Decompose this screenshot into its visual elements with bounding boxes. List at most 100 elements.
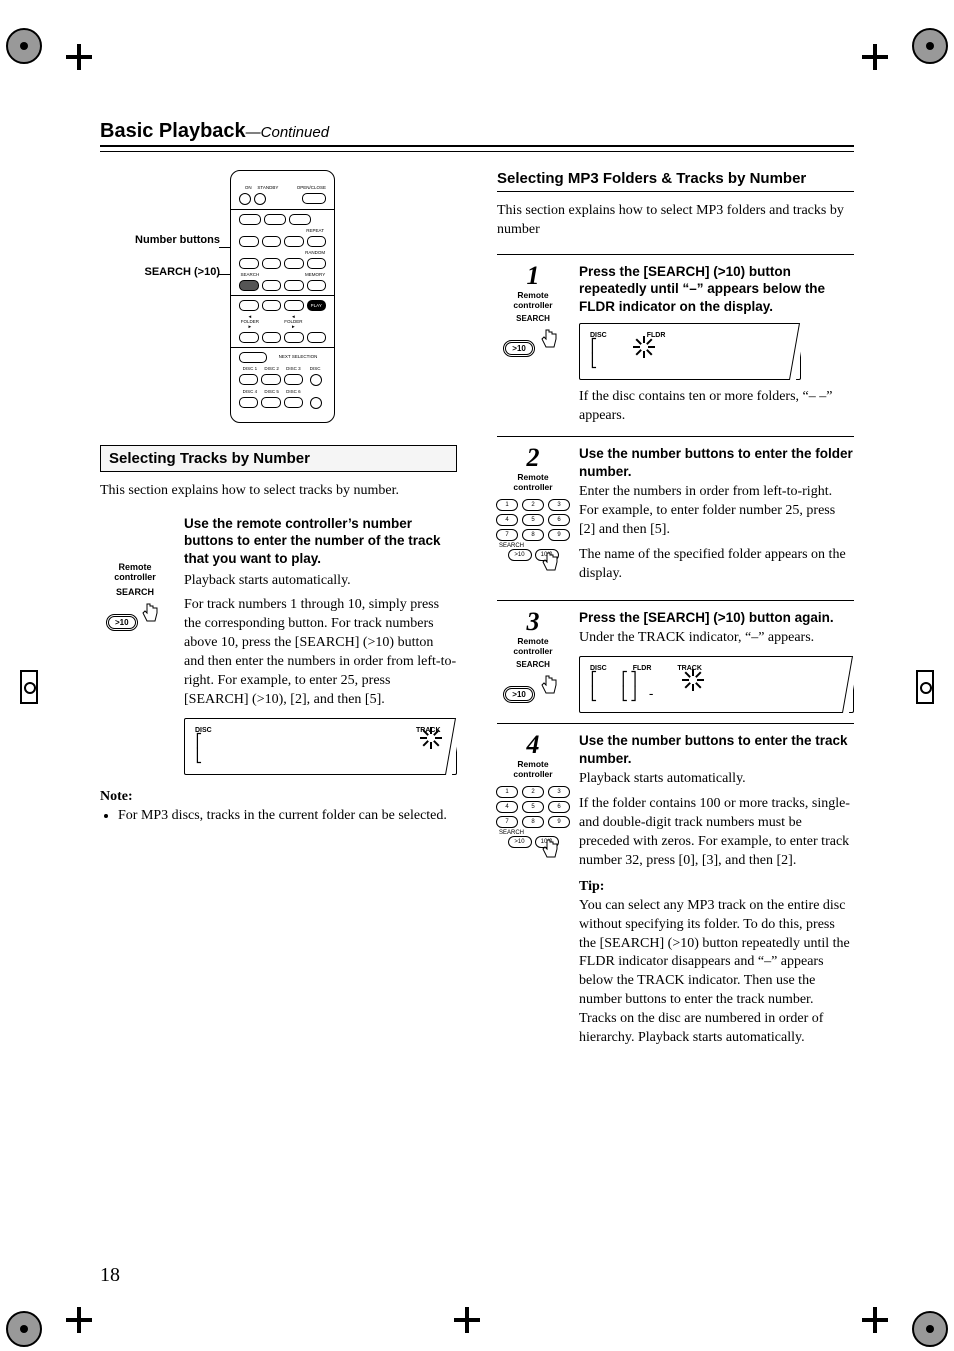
tip-heading: Tip: [579, 879, 854, 895]
remote-callouts: Number buttons SEARCH (>10) [100, 170, 220, 298]
step-textcol: Use the number buttons to enter the fold… [579, 445, 854, 590]
remote-label: DISC [304, 366, 326, 371]
remote-button [264, 214, 286, 225]
step-textcol: Press the [SEARCH] (>10) button repeated… [579, 263, 854, 426]
remote-button-play: PLAY [307, 300, 327, 311]
remote-controller-label: Remote controller [100, 563, 170, 583]
num-button: 1 [496, 499, 518, 511]
num-button: >10 [508, 549, 532, 561]
remote-label: NEXT SELECTION [270, 355, 326, 360]
num-button: 4 [496, 514, 518, 526]
step-body: Enter the numbers in order from left-to-… [579, 483, 854, 540]
burst-icon [629, 343, 659, 365]
two-column-layout: Number buttons SEARCH (>10) ONSTANDBY OPE… [100, 170, 854, 1054]
num-button: 7 [496, 529, 518, 541]
remote-controller-diagram: ONSTANDBY OPEN/CLOSE REPEAT RANDOM SEARCH… [230, 170, 335, 423]
remote-button [310, 374, 322, 386]
remote-label: RANDOM [304, 250, 326, 255]
remote-label: DISC 5 [261, 389, 283, 394]
remote-button [239, 397, 258, 408]
step-bold: Use the number buttons to enter the trac… [579, 732, 854, 767]
num-button: 3 [548, 499, 570, 511]
num-button: 2 [522, 786, 544, 798]
remote-button [261, 374, 280, 385]
step-bold: Use the number buttons to enter the fold… [579, 445, 854, 480]
note-list: For MP3 discs, tracks in the current fol… [100, 807, 457, 826]
remote-button [239, 300, 259, 311]
right-column: Selecting MP3 Folders & Tracks by Number… [497, 170, 854, 1054]
display-panel: DISCFLDR ⎡⎣ [579, 323, 801, 380]
step-1: 1 Remote controller SEARCH >10 Press the… [497, 254, 854, 426]
remote-label: SEARCH [239, 272, 261, 277]
side-mark-icon [916, 670, 934, 704]
search-pill-icon: >10 [108, 616, 136, 629]
display-panel: DISC ⎡⎣ TRACK [184, 718, 457, 775]
remote-button [261, 397, 280, 408]
remote-button [284, 332, 304, 343]
num-button: 6 [548, 801, 570, 813]
search-pill-icon: >10 [505, 342, 533, 355]
subsection-mp3: Selecting MP3 Folders & Tracks by Number [497, 170, 854, 192]
num-button: 5 [522, 514, 544, 526]
leader-line [219, 247, 231, 248]
step-3: 3 Remote controller SEARCH >10 Press the… [497, 600, 854, 713]
step-number: 1 [497, 263, 569, 289]
remote-label: REPEAT [304, 228, 326, 233]
search-label: SEARCH [497, 660, 569, 669]
remote-label: OPEN/CLOSE [297, 185, 326, 190]
page-number: 18 [100, 1264, 120, 1287]
num-button: 8 [522, 529, 544, 541]
chapter-title-text: Basic Playback [100, 120, 246, 142]
remote-button [239, 236, 259, 247]
remote-label: DISC 6 [283, 389, 305, 394]
remote-button [262, 300, 282, 311]
remote-button [307, 236, 327, 247]
remote-button [262, 258, 282, 269]
remote-button [310, 397, 322, 409]
hand-cursor-icon [538, 550, 562, 574]
remote-label: DISC 4 [239, 389, 261, 394]
display-seg-icon: ⎡⎣ [590, 339, 599, 369]
burst-icon [678, 676, 708, 698]
step-number: 2 [497, 445, 569, 471]
remote-button [239, 332, 259, 343]
remote-label: MEMORY [304, 272, 326, 277]
remote-label: DISC 2 [261, 366, 283, 371]
note-heading: Note: [100, 789, 457, 805]
step-numcol: 2 Remote controller 123 456 789 SEARCH >… [497, 445, 569, 590]
step-body: Under the TRACK indicator, “–” appears. [579, 629, 854, 648]
remote-button [239, 374, 258, 385]
callout-number-buttons: Number buttons [100, 234, 220, 246]
num-button: 1 [496, 786, 518, 798]
remote-label: DISC 1 [239, 366, 261, 371]
chapter-title: Basic Playback—Continued [100, 120, 854, 143]
remote-button [284, 280, 304, 291]
title-rule [100, 145, 854, 152]
remote-button [284, 397, 303, 408]
remote-button [262, 280, 282, 291]
registration-mark-icon [6, 28, 42, 64]
remote-button-search [239, 280, 259, 291]
num-button: 4 [496, 801, 518, 813]
step-bold: Press the [SEARCH] (>10) button again. [579, 609, 854, 627]
remote-button [239, 214, 261, 225]
num-button: 6 [548, 514, 570, 526]
intro-text: This section explains how to select trac… [100, 482, 457, 501]
num-button: 2 [522, 499, 544, 511]
step-textcol: Press the [SEARCH] (>10) button again. U… [579, 609, 854, 713]
remote-label: ON [239, 185, 257, 190]
display-seg-icon: ⎡⎤⎣⎦ - [621, 672, 656, 702]
remote-button [302, 193, 326, 204]
step-numcol: 4 Remote controller 123 456 789 SEARCH >… [497, 732, 569, 1054]
note-item: For MP3 discs, tracks in the current fol… [118, 807, 457, 826]
display-seg-icon: ⎡⎣ [195, 734, 204, 764]
hand-cursor-icon [537, 673, 561, 697]
hand-cursor-icon [138, 601, 162, 625]
crop-mark-icon [862, 44, 888, 70]
remote-controller-label: Remote controller [497, 760, 569, 780]
track-step-text: Use the remote controller’s number butto… [184, 515, 457, 775]
remote-controller-label: Remote controller [497, 473, 569, 493]
remote-label: STANDBY [257, 185, 278, 190]
step-body: If the folder contains 100 or more track… [579, 795, 854, 871]
display-seg-icon: ⎡⎣ [590, 672, 599, 702]
